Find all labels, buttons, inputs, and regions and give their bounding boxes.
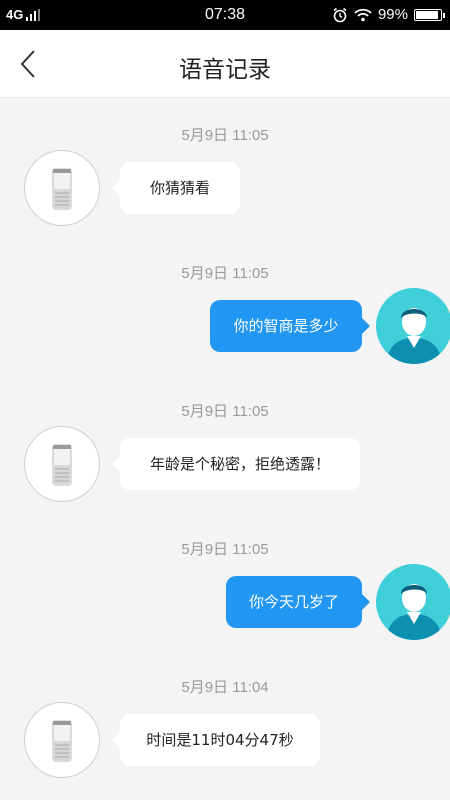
user-avatar: [376, 564, 450, 640]
message-bubble: 年龄是个秘密，拒绝透露！: [112, 438, 360, 490]
device-avatar: [24, 426, 100, 502]
device-avatar: [24, 150, 100, 226]
nav-bar: 语音记录: [0, 30, 450, 98]
timestamp: 5月9日 11:05: [181, 403, 269, 420]
alarm-icon: [333, 7, 347, 22]
battery-icon: [414, 8, 445, 21]
message-bubble: 时间是11时04分47秒: [112, 714, 320, 766]
wifi-icon: [354, 8, 372, 21]
status-bar: 4G 07:38 99%: [0, 0, 450, 30]
user-avatar: [376, 288, 450, 364]
timestamp: 5月9日 11:05: [181, 265, 269, 282]
timestamp: 5月9日 11:04: [181, 679, 269, 696]
status-right: 99%: [332, 6, 445, 23]
message-bubble: 你的智商是多少: [210, 300, 370, 352]
timestamp: 5月9日 11:05: [181, 541, 269, 558]
page-title: 语音记录: [179, 57, 271, 83]
message-bubble: 你今天几岁了: [226, 576, 370, 628]
timestamp: 5月9日 11:05: [181, 127, 269, 144]
battery-percent: 99%: [377, 6, 408, 23]
device-avatar: [24, 702, 100, 778]
message-bubble: 你猜猜看: [112, 162, 240, 214]
